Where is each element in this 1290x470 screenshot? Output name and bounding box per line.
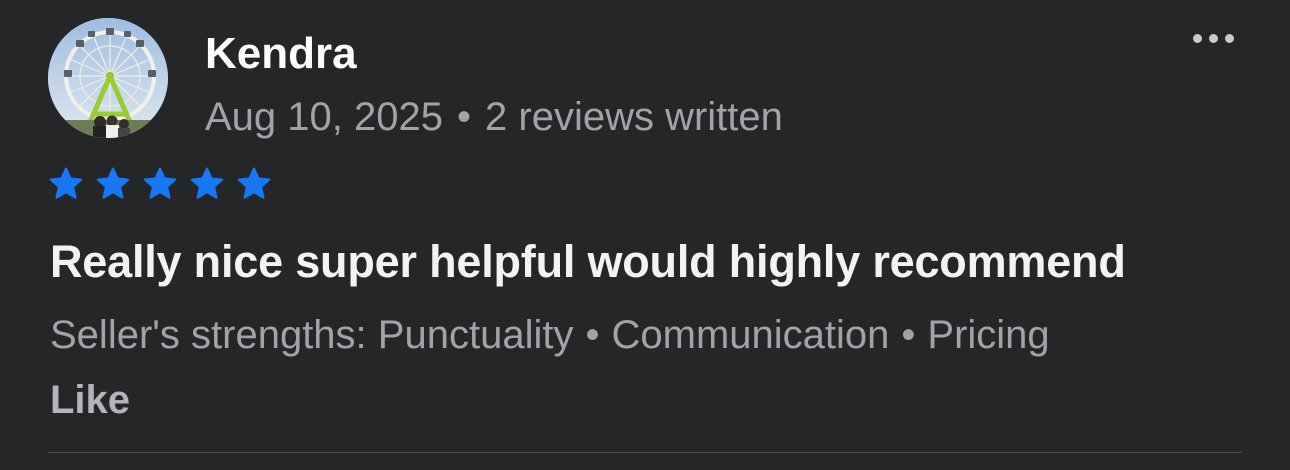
review-count[interactable]: 2 reviews written — [485, 95, 783, 139]
strengths-label: Seller's strengths: — [50, 313, 367, 357]
more-horizontal-icon — [1192, 33, 1234, 43]
strength-separator: • — [901, 313, 916, 357]
review-meta: Aug 10, 2025 • 2 reviews written — [205, 93, 783, 141]
ferris-wheel-photo-icon — [48, 18, 168, 138]
star-icon — [190, 167, 224, 199]
strength-separator: • — [585, 313, 600, 357]
strength-item: Pricing — [927, 313, 1050, 357]
star-rating — [48, 166, 272, 202]
reviewer-name[interactable]: Kendra — [205, 28, 357, 80]
star-icon — [143, 167, 177, 199]
review-date: Aug 10, 2025 — [205, 95, 443, 139]
divider — [48, 452, 1242, 453]
star-icon — [237, 167, 271, 199]
like-button[interactable]: Like — [50, 375, 130, 425]
review-card: Kendra Aug 10, 2025 • 2 reviews written Re… — [0, 0, 1290, 470]
reviewer-avatar[interactable] — [48, 18, 168, 138]
strength-item: Punctuality — [377, 313, 574, 357]
review-text: Really nice super helpful would highly r… — [50, 236, 1126, 287]
seller-strengths: Seller's strengths: Punctuality • Communic… — [50, 310, 1050, 360]
more-options-button[interactable] — [1180, 18, 1246, 58]
strength-item: Communication — [611, 313, 890, 357]
star-icon — [96, 167, 130, 199]
star-icon — [49, 167, 83, 199]
meta-separator: • — [457, 95, 472, 139]
